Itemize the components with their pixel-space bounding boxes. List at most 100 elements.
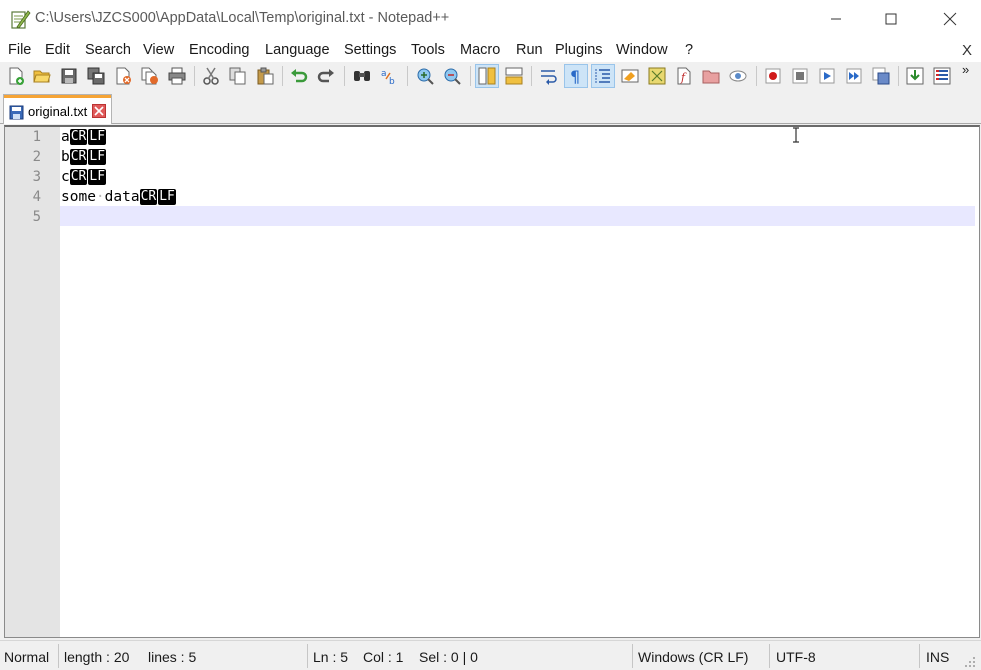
save-button[interactable] [57, 64, 81, 88]
run-button[interactable] [903, 64, 927, 88]
toolbar-overflow-chevron[interactable]: » [962, 62, 969, 77]
status-length: length : 20 [64, 649, 130, 665]
document-map-button[interactable] [645, 64, 669, 88]
sync-horizontal-icon [505, 67, 523, 85]
minimize-icon [831, 18, 841, 20]
text-cursor-icon [791, 127, 801, 146]
monitoring-button[interactable] [726, 64, 750, 88]
code-line[interactable]: a CR LF [61, 127, 107, 147]
menu-encoding[interactable]: Encoding [189, 42, 249, 58]
toolbar-separator [344, 66, 345, 86]
close-icon [94, 106, 104, 116]
close-all-icon [141, 67, 158, 85]
status-column: Col : 1 [363, 649, 404, 665]
text-editor[interactable]: 1 2 3 4 5 a CR LF b CR LF c CR LF some · data CR L… [4, 125, 980, 638]
tab-bar: original.txt [0, 91, 981, 124]
menu-language[interactable]: Language [265, 42, 330, 58]
code-line[interactable]: c CR LF [61, 167, 107, 187]
menu-edit[interactable]: Edit [45, 42, 70, 58]
playback-button[interactable] [815, 64, 839, 88]
menu-macro[interactable]: Macro [460, 42, 500, 58]
code-line[interactable]: b CR LF [61, 147, 107, 167]
close-document-x[interactable]: X [962, 42, 972, 59]
replace-button[interactable]: ab [377, 64, 401, 88]
menu-view[interactable]: View [143, 42, 174, 58]
line-text: a [61, 129, 70, 145]
define-language-icon [621, 69, 639, 83]
menu-tools[interactable]: Tools [411, 42, 445, 58]
sync-horizontal-button[interactable] [502, 64, 526, 88]
maximize-button[interactable] [863, 0, 919, 38]
folder-as-workspace-button[interactable] [699, 64, 723, 88]
current-line-highlight [60, 206, 975, 226]
save-macro-button[interactable] [869, 64, 893, 88]
status-separator [919, 644, 920, 668]
status-encoding[interactable]: UTF-8 [776, 649, 816, 665]
open-file-button[interactable] [30, 64, 54, 88]
lf-marker: LF [158, 189, 176, 205]
undo-icon [291, 69, 308, 83]
resize-grip-icon[interactable] [964, 655, 976, 670]
stop-recording-button[interactable] [788, 64, 812, 88]
status-lines: lines : 5 [148, 649, 197, 665]
plugins-admin-icon [933, 67, 951, 85]
line-number-gutter: 1 2 3 4 5 [5, 127, 60, 637]
line-number: 3 [32, 169, 41, 185]
cut-button[interactable] [199, 64, 223, 88]
function-list-button[interactable]: f [672, 64, 696, 88]
saved-file-icon [9, 105, 24, 123]
close-file-icon [116, 67, 131, 85]
close-button[interactable] [111, 64, 135, 88]
undo-button[interactable] [287, 64, 311, 88]
menu-plugins[interactable]: Plugins [555, 42, 603, 58]
close-window-button[interactable] [922, 0, 978, 38]
run-macro-multiple-button[interactable] [842, 64, 866, 88]
status-separator [307, 644, 308, 668]
close-all-button[interactable] [138, 64, 162, 88]
minimize-button[interactable] [808, 0, 864, 38]
sync-vertical-icon [478, 67, 496, 85]
line-number: 4 [32, 189, 41, 205]
zoom-in-button[interactable] [413, 64, 437, 88]
zoom-in-icon [417, 68, 434, 85]
binoculars-icon [354, 71, 370, 81]
cr-marker: CR [69, 129, 88, 145]
indent-guide-button[interactable] [591, 64, 615, 88]
save-icon [61, 68, 77, 84]
play-icon [819, 68, 835, 84]
menu-search[interactable]: Search [85, 42, 131, 58]
code-line[interactable]: some · data CR LF [61, 187, 177, 207]
new-file-icon [9, 67, 24, 85]
save-all-button[interactable] [84, 64, 108, 88]
paste-button[interactable] [253, 64, 277, 88]
sync-vertical-button[interactable] [475, 64, 499, 88]
menu-file[interactable]: File [8, 42, 31, 58]
stop-icon [792, 68, 808, 84]
printer-icon [168, 67, 186, 85]
menu-window[interactable]: Window [616, 42, 668, 58]
define-language-button[interactable] [618, 64, 642, 88]
menu-help[interactable]: ? [685, 42, 693, 58]
show-all-characters-button[interactable]: ¶ [564, 64, 588, 88]
zoom-out-button[interactable] [440, 64, 464, 88]
plugins-admin-button[interactable] [930, 64, 954, 88]
print-button[interactable] [165, 64, 189, 88]
redo-button[interactable] [314, 64, 338, 88]
start-recording-button[interactable] [761, 64, 785, 88]
status-insert-mode[interactable]: INS [926, 649, 949, 665]
menu-run[interactable]: Run [516, 42, 543, 58]
new-file-button[interactable] [4, 64, 28, 88]
status-eol-format[interactable]: Windows (CR LF) [638, 649, 748, 665]
copy-button[interactable] [226, 64, 250, 88]
function-list-icon: f [677, 67, 691, 85]
tab-close-button[interactable] [92, 104, 106, 118]
word-wrap-button[interactable] [537, 64, 561, 88]
find-button[interactable] [350, 64, 374, 88]
line-text: some [61, 189, 96, 205]
word-wrap-icon [541, 70, 557, 85]
scissors-icon [203, 67, 219, 85]
tab-original-txt[interactable]: original.txt [3, 94, 112, 124]
menu-settings[interactable]: Settings [344, 42, 396, 58]
line-text: b [61, 149, 70, 165]
active-tab-indicator [4, 95, 111, 98]
